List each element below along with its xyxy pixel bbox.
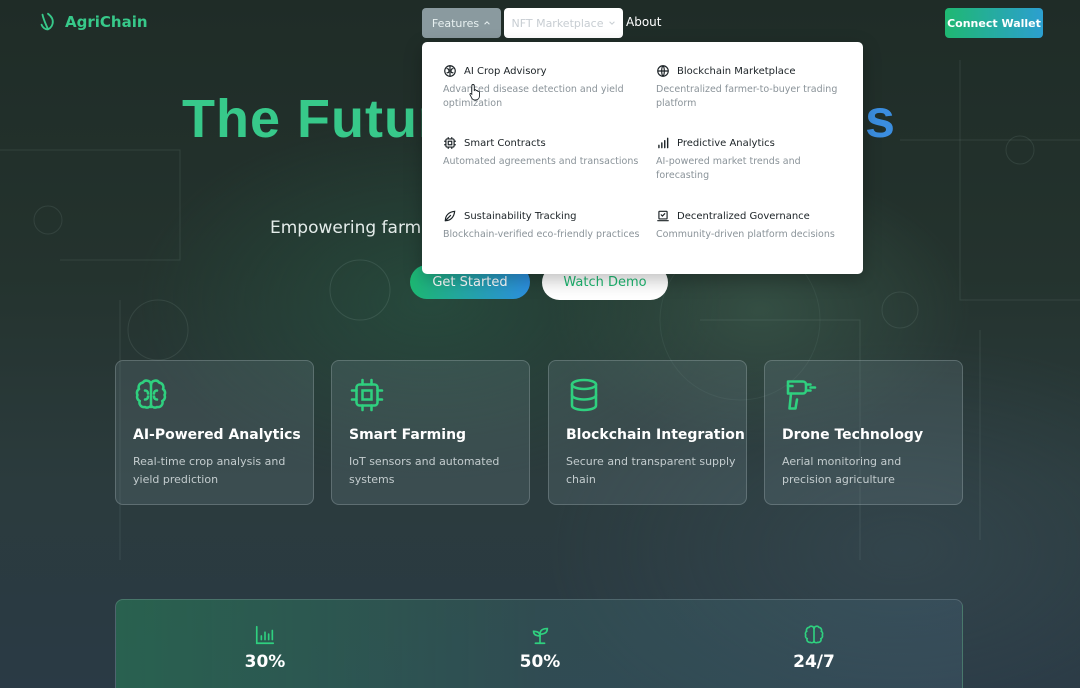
menu-item-predictive-analytics[interactable]: Predictive Analytics AI-powered market t… — [656, 136, 856, 183]
connect-wallet-button[interactable]: Connect Wallet — [945, 8, 1043, 38]
menu-item-blockchain-marketplace[interactable]: Blockchain Marketplace Decentralized far… — [656, 64, 856, 111]
leaf-icon — [444, 210, 456, 222]
vote-icon — [657, 210, 669, 222]
database-icon — [570, 378, 598, 412]
menu-item-title: Smart Contracts — [464, 137, 546, 149]
menu-item-title: Predictive Analytics — [677, 137, 775, 149]
about-link[interactable]: About — [626, 15, 661, 29]
card-title: AI-Powered Analytics — [133, 427, 301, 443]
brand-logo[interactable]: AgriChain — [37, 11, 148, 33]
top-navigation: AgriChain Features NFT Marketplace About… — [0, 0, 1080, 46]
menu-item-description: Blockchain-verified eco-friendly practic… — [443, 229, 640, 240]
stat-item: 24/7 — [754, 624, 874, 672]
stat-value: 50% — [519, 652, 561, 672]
card-title: Blockchain Integration — [566, 427, 745, 443]
menu-item-sustainability-tracking[interactable]: Sustainability Tracking Blockchain-verif… — [443, 209, 643, 242]
nft-marketplace-label: NFT Marketplace — [511, 16, 604, 30]
features-menu-button[interactable]: Features — [422, 8, 501, 38]
bar-chart-icon — [658, 137, 669, 149]
chevron-up-icon — [484, 21, 490, 25]
feature-card-smart-farming[interactable]: Smart Farming IoT sensors and automated … — [331, 360, 530, 505]
drill-icon — [786, 380, 817, 410]
card-description: IoT sensors and automated systems — [349, 455, 500, 486]
brand-name: AgriChain — [65, 13, 148, 31]
menu-item-decentralized-governance[interactable]: Decentralized Governance Community-drive… — [656, 209, 856, 242]
features-dropdown-menu: AI Crop Advisory Advanced disease detect… — [422, 42, 863, 274]
feature-card-blockchain[interactable]: Blockchain Integration Secure and transp… — [548, 360, 747, 505]
brain-icon — [804, 625, 824, 644]
menu-item-title: Blockchain Marketplace — [677, 65, 796, 77]
menu-item-description: Decentralized farmer-to-buyer trading pl… — [656, 84, 838, 109]
card-description: Aerial monitoring and precision agricult… — [782, 455, 902, 486]
menu-item-description: Community-driven platform decisions — [656, 229, 835, 240]
hero-subtitle: Empowering farme — [270, 218, 432, 238]
feature-card-drone[interactable]: Drone Technology Aerial monitoring and p… — [764, 360, 963, 505]
menu-item-description: AI-powered market trends and forecasting — [656, 156, 801, 181]
menu-item-title: AI Crop Advisory — [464, 65, 547, 77]
card-title: Drone Technology — [782, 427, 924, 443]
nft-marketplace-menu-button[interactable]: NFT Marketplace — [504, 8, 623, 38]
stat-item: 30% — [205, 624, 325, 672]
hero-title: The Futur s — [182, 88, 895, 150]
hand-cursor-icon — [469, 84, 480, 101]
hero-title-left: The Futur — [182, 89, 440, 149]
stat-item: 50% — [480, 624, 600, 672]
menu-item-description: Automated agreements and transactions — [443, 156, 639, 167]
menu-item-smart-contracts[interactable]: Smart Contracts Automated agreements and… — [443, 136, 643, 169]
stats-panel: 30% 50% 24/7 — [115, 599, 963, 688]
menu-item-title: Sustainability Tracking — [464, 210, 577, 222]
card-description: Secure and transparent supply chain — [566, 455, 736, 486]
chip-icon — [444, 137, 456, 149]
chevron-down-icon — [608, 21, 615, 25]
stat-value: 24/7 — [793, 652, 835, 672]
chip-icon — [350, 378, 384, 412]
sprout-icon — [532, 627, 549, 645]
card-description: Real-time crop analysis and yield predic… — [133, 455, 286, 486]
brain-icon — [444, 65, 456, 77]
globe-icon — [657, 65, 669, 77]
brain-icon — [135, 379, 167, 409]
leaf-logo-icon — [40, 12, 54, 31]
features-label: Features — [431, 16, 480, 30]
feature-card-ai-analytics[interactable]: AI-Powered Analytics Real-time crop anal… — [115, 360, 314, 505]
card-title: Smart Farming — [349, 427, 467, 443]
bar-chart-icon — [255, 625, 275, 645]
stat-value: 30% — [244, 652, 286, 672]
menu-item-title: Decentralized Governance — [677, 210, 810, 222]
hero-title-right: s — [865, 89, 897, 149]
